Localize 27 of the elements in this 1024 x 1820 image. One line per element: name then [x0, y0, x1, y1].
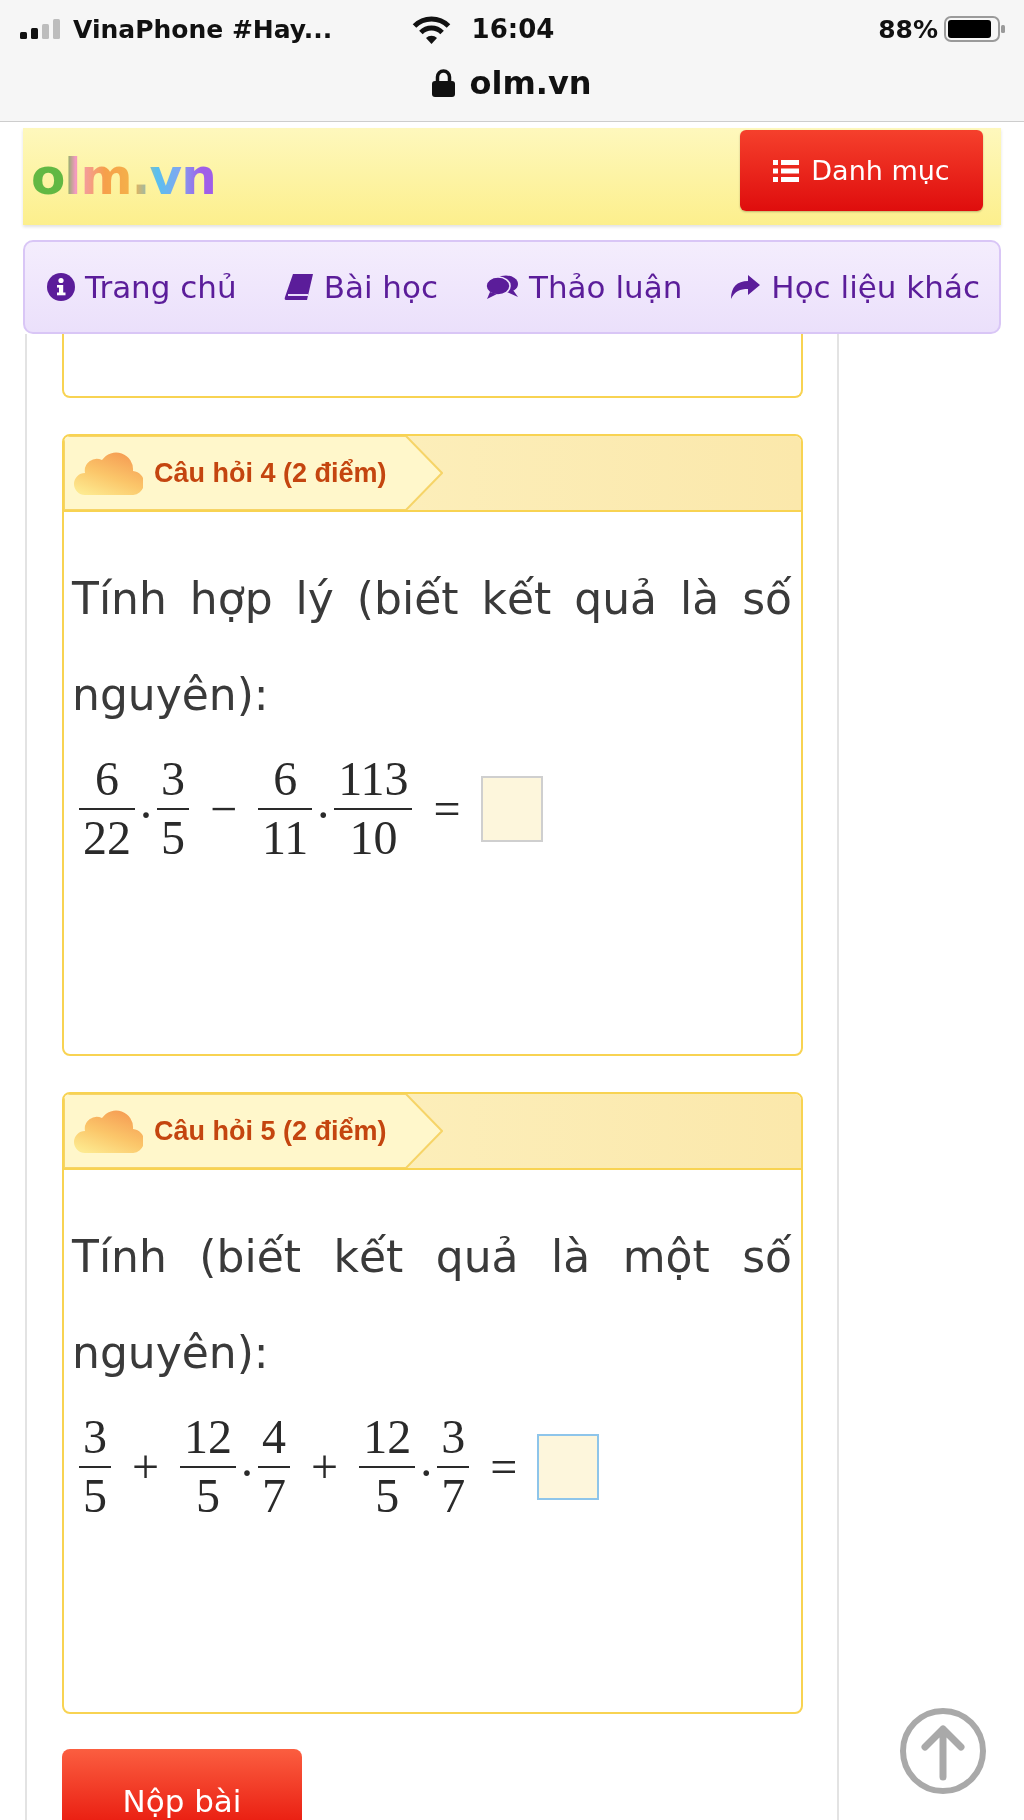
battery-icon [944, 16, 1006, 42]
nav-link[interactable]: Trang chủ [47, 269, 237, 305]
nav-link[interactable]: Học liệu khác [729, 269, 980, 305]
info-icon [47, 273, 75, 301]
nav-link[interactable]: Bài học [283, 269, 439, 305]
comments-icon [485, 274, 520, 300]
answer-box[interactable] [480, 775, 543, 842]
answer-box[interactable] [537, 1433, 600, 1500]
cloud-icon [73, 1109, 143, 1153]
question-text: Tính hợp lý (biết kết quả là số nguyên): [72, 572, 792, 722]
menu-button[interactable]: Danh mục [740, 130, 983, 211]
battery-percent: 88% [878, 14, 938, 44]
list-icon [773, 159, 800, 182]
carrier-name: VinaPhone #Hay... [73, 14, 333, 44]
lock-icon [432, 69, 456, 97]
question-title: Câu hỏi 4 (2 điểm) [154, 457, 387, 489]
clock-time: 16:04 [471, 14, 555, 44]
question-title: Câu hỏi 5 (2 điểm) [154, 1115, 387, 1147]
share-arrow-icon [729, 274, 762, 300]
address-url: olm.vn [469, 64, 592, 102]
cloud-icon [73, 451, 143, 495]
wifi-icon [410, 14, 452, 44]
question-text: Tính (biết kết quả là một số nguyên): [72, 1230, 792, 1380]
submit-button[interactable]: Nộp bài [62, 1749, 302, 1820]
book-icon [283, 273, 314, 301]
scroll-up-icon[interactable] [899, 1707, 987, 1795]
nav-link[interactable]: Thảo luận [485, 269, 683, 305]
